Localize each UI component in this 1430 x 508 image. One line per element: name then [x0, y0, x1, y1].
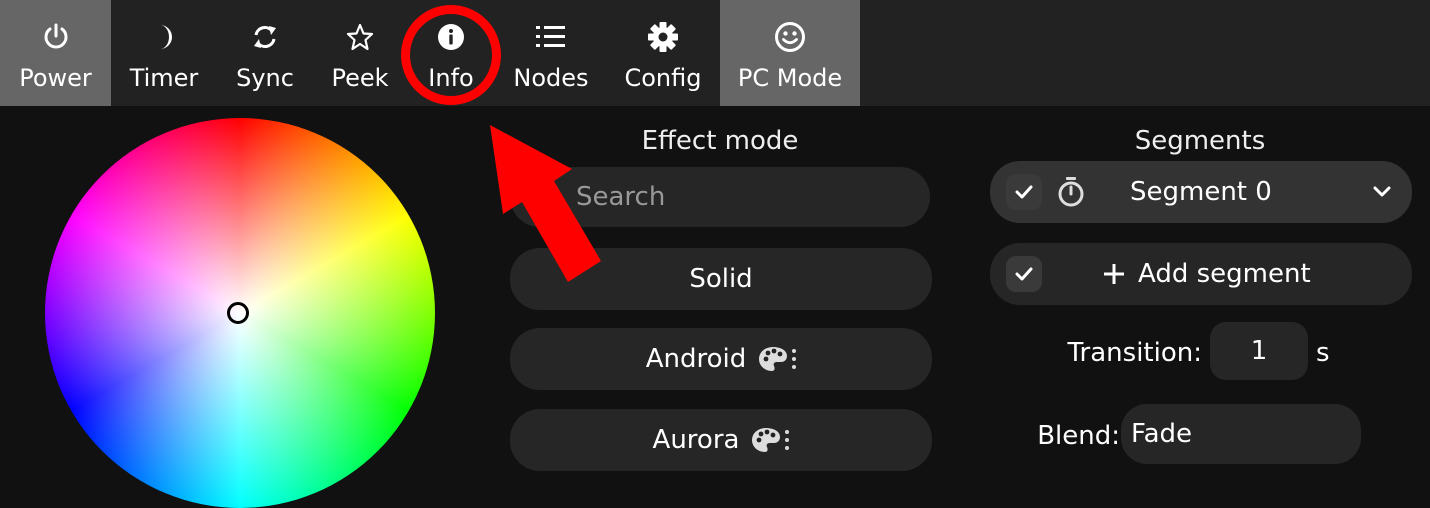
- power-icon: [39, 20, 73, 54]
- tab-label: Timer: [129, 64, 199, 92]
- star-icon: [343, 20, 377, 54]
- top-nav-bar: Power Timer Sync Peek Info Nodes Config …: [0, 0, 1430, 106]
- blend-select[interactable]: Fade: [1121, 404, 1361, 464]
- segments-heading: Segments: [1134, 126, 1266, 156]
- tab-config[interactable]: Config: [607, 0, 719, 106]
- transition-unit: s: [1316, 338, 1330, 368]
- more-options-icon[interactable]: [792, 349, 797, 369]
- tab-nodes[interactable]: Nodes: [495, 0, 607, 106]
- palette-icon: [751, 426, 781, 454]
- more-options-icon[interactable]: [785, 430, 790, 450]
- effect-item-android[interactable]: Android: [510, 328, 932, 390]
- tab-timer[interactable]: Timer: [111, 0, 217, 106]
- tab-peek[interactable]: Peek: [313, 0, 407, 106]
- tab-sync[interactable]: Sync: [217, 0, 313, 106]
- tab-label: Nodes: [513, 64, 589, 92]
- moon-icon: [147, 20, 181, 54]
- tab-pc-mode[interactable]: PC Mode: [720, 0, 860, 106]
- add-segment-label: Add segment: [1138, 259, 1311, 289]
- tab-label: Peek: [331, 64, 389, 92]
- tab-power[interactable]: Power: [0, 0, 111, 106]
- red-arrow-annotation: [490, 125, 601, 282]
- highlight-circle-annotation: [401, 5, 501, 105]
- effect-item-label: Aurora: [652, 425, 740, 455]
- list-icon: [534, 20, 568, 54]
- blend-label: Blend:: [1037, 421, 1120, 451]
- tab-label: Config: [624, 64, 702, 92]
- effect-item-label: Solid: [689, 264, 753, 294]
- add-segment-button[interactable]: Add segment: [990, 243, 1412, 305]
- color-picker-handle[interactable]: [227, 302, 249, 324]
- segment-select-checkbox[interactable]: [1006, 174, 1042, 210]
- effect-item-aurora[interactable]: Aurora: [510, 409, 932, 471]
- segment-0-row[interactable]: Segment 0: [990, 161, 1412, 223]
- timer-icon[interactable]: [1056, 176, 1086, 208]
- segment-name: Segment 0: [1130, 177, 1272, 207]
- smiley-icon: [773, 20, 807, 54]
- plus-icon: [1102, 262, 1126, 286]
- add-segment-checkbox[interactable]: [1006, 256, 1042, 292]
- tab-label: Power: [19, 64, 92, 92]
- gear-icon: [646, 20, 680, 54]
- transition-label: Transition:: [1067, 338, 1203, 368]
- tab-label: PC Mode: [737, 64, 843, 92]
- tab-label: Sync: [236, 64, 294, 92]
- chevron-down-icon[interactable]: [1372, 185, 1392, 199]
- transition-input[interactable]: 1: [1210, 322, 1308, 380]
- palette-icon: [758, 345, 788, 373]
- sync-icon: [248, 20, 282, 54]
- effect-item-label: Android: [645, 344, 747, 374]
